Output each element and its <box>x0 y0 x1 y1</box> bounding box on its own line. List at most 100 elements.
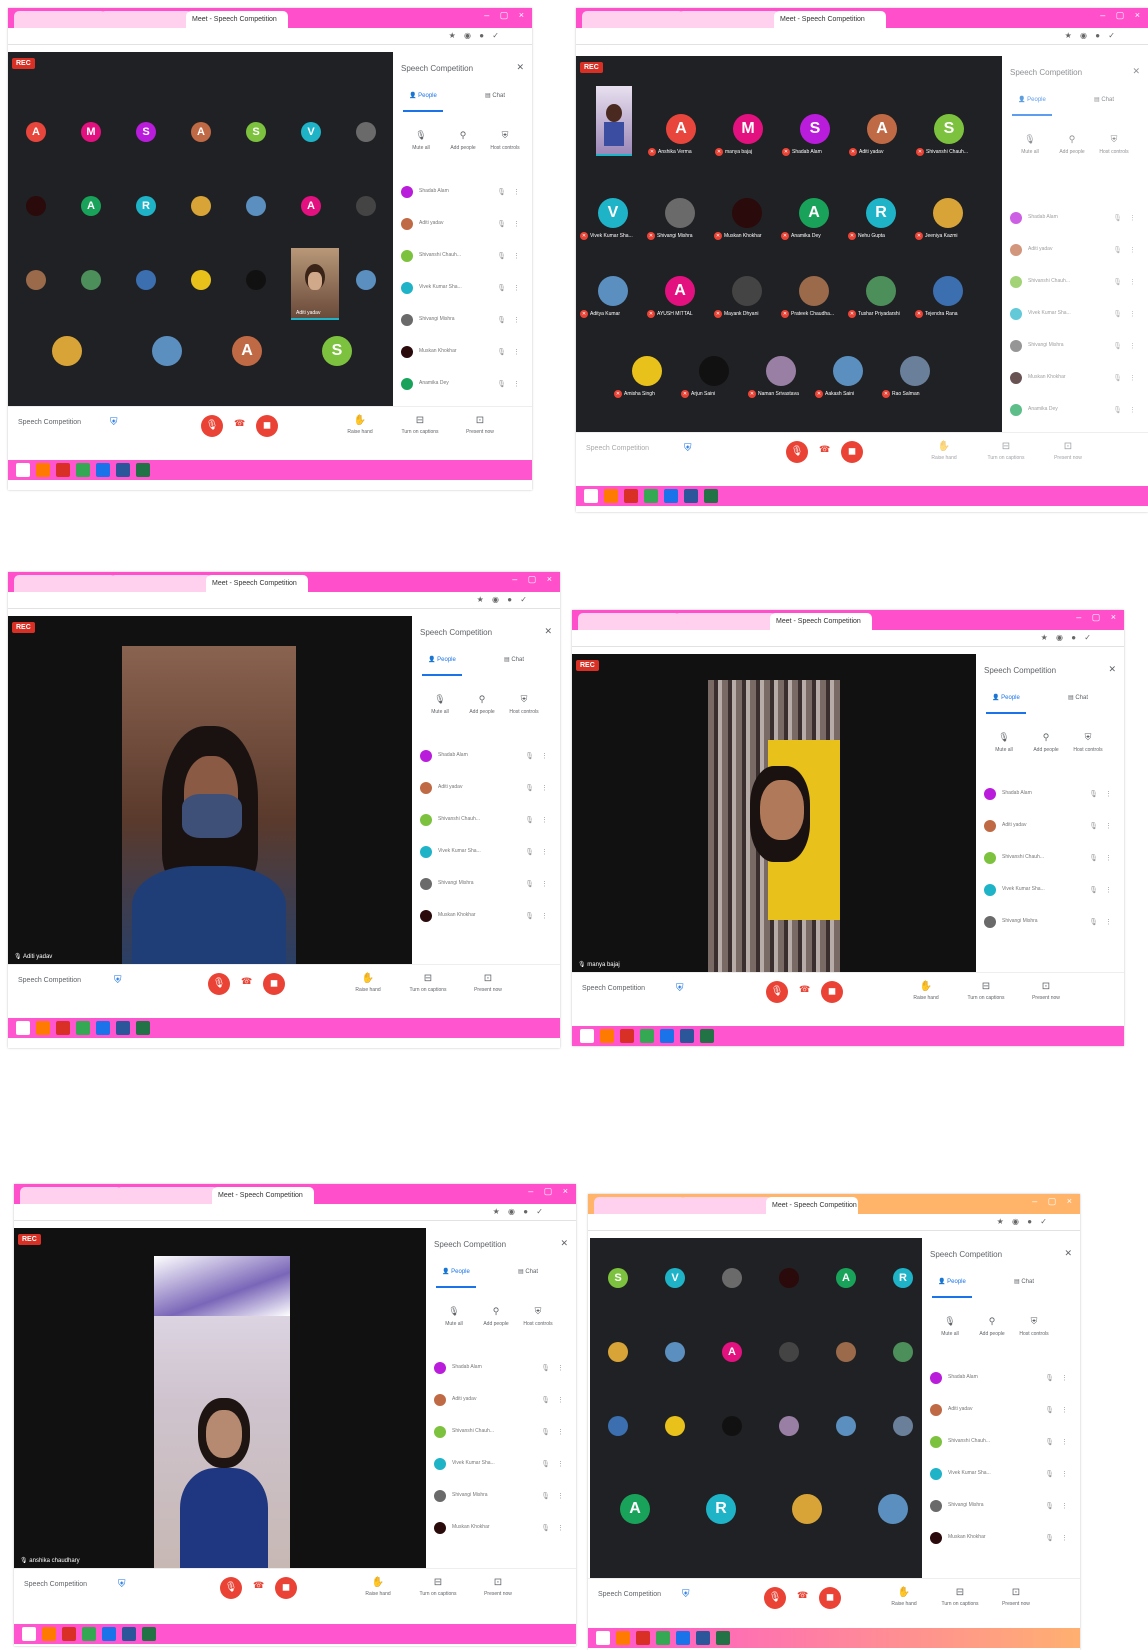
more-options-icon[interactable]: ⋮ <box>541 848 548 856</box>
taskbar-app-icon[interactable] <box>676 1631 690 1645</box>
window-controls[interactable]: – ▢ × <box>512 574 556 585</box>
participant-row[interactable]: Shivangi Mishra 🎙 ⋮ <box>1010 334 1144 366</box>
meeting-title[interactable]: Speech Competition <box>18 977 81 984</box>
taskbar-app-icon[interactable] <box>62 1627 76 1641</box>
address-bar[interactable]: ★ ◉ ● ✓ <box>8 592 560 609</box>
taskbar-app-icon[interactable] <box>116 1021 130 1035</box>
mic-icon[interactable]: 🎙 <box>541 1364 550 1372</box>
participant-row[interactable]: Shivanshi Chauh... 🎙 ⋮ <box>401 244 528 276</box>
more-options-icon[interactable]: ⋮ <box>541 912 548 920</box>
mic-icon[interactable]: 🎙 <box>541 1428 550 1436</box>
mic-icon[interactable]: 🎙 <box>497 348 506 356</box>
more-options-icon[interactable]: ⋮ <box>557 1364 564 1372</box>
taskbar-app-icon[interactable] <box>96 1021 110 1035</box>
taskbar-app-icon[interactable] <box>122 1627 136 1641</box>
mute-all-button[interactable]: 🎙 Mute all <box>984 732 1024 753</box>
browser-tab-meet[interactable]: Meet - Speech Competition <box>186 11 288 28</box>
hangup-button[interactable]: ☎ <box>797 1590 808 1601</box>
present-button[interactable]: ⊡ Present now <box>1026 981 1066 1001</box>
shield-icon[interactable]: ⛨ <box>110 417 118 428</box>
present-button[interactable]: ⊡ Present now <box>468 973 508 993</box>
participant-row[interactable]: Vivek Kumar Sha... 🎙 ⋮ <box>1010 302 1144 334</box>
close-icon[interactable]: ✕ <box>1064 1248 1072 1259</box>
mic-icon[interactable]: 🎙 <box>1045 1470 1054 1478</box>
present-button[interactable]: ⊡ Present now <box>460 415 500 435</box>
mic-icon[interactable]: 🎙 <box>497 252 506 260</box>
mic-icon[interactable]: 🎙 <box>525 784 534 792</box>
participant-row[interactable]: Shivangi Mishra 🎙 ⋮ <box>420 872 556 904</box>
meeting-title[interactable]: Speech Competition <box>582 985 645 992</box>
browser-tab-meet[interactable]: Meet - Speech Competition <box>766 1197 858 1214</box>
participant-row[interactable]: Muskan Khokhar 🎙 ⋮ <box>401 340 528 372</box>
more-options-icon[interactable]: ⋮ <box>541 880 548 888</box>
host-controls-button[interactable]: ⛨ Host controls <box>1014 1316 1054 1337</box>
taskbar-app-icon[interactable] <box>716 1631 730 1645</box>
close-icon[interactable]: ✕ <box>560 1238 568 1249</box>
captions-button[interactable]: ⊟ Turn on captions <box>408 973 448 993</box>
mic-icon[interactable]: 🎙 <box>525 752 534 760</box>
participant-row[interactable]: Shadab Alam 🎙 ⋮ <box>401 180 528 212</box>
address-bar[interactable]: ★ ◉ ● ✓ <box>576 28 1148 45</box>
hangup-button[interactable]: ☎ <box>241 976 252 987</box>
mic-icon[interactable]: 🎙 <box>525 912 534 920</box>
participant-row[interactable]: Aditi yadav 🎙 ⋮ <box>401 212 528 244</box>
more-options-icon[interactable]: ⋮ <box>513 348 520 356</box>
taskbar-app-icon[interactable] <box>76 463 90 477</box>
tab-chat[interactable]: ▤ Chat <box>504 656 524 663</box>
taskbar-app-icon[interactable] <box>640 1029 654 1043</box>
more-options-icon[interactable]: ⋮ <box>1061 1534 1068 1542</box>
more-options-icon[interactable]: ⋮ <box>1129 406 1136 414</box>
taskbar-app-icon[interactable] <box>136 1021 150 1035</box>
mic-icon[interactable]: 🎙 <box>1113 246 1122 254</box>
participant-row[interactable]: Shadab Alam 🎙 ⋮ <box>420 744 556 776</box>
participant-row[interactable]: Shivanshi Chauh... 🎙 ⋮ <box>930 1430 1076 1462</box>
taskbar-app-icon[interactable] <box>604 489 618 503</box>
taskbar-app-icon[interactable] <box>696 1631 710 1645</box>
taskbar-app-icon[interactable] <box>660 1029 674 1043</box>
tab-chat[interactable]: ▤ Chat <box>1068 694 1088 701</box>
add-people-button[interactable]: ⚲ Add people <box>476 1306 516 1327</box>
participant-row[interactable]: Anamika Dey 🎙 ⋮ <box>1010 398 1144 430</box>
window-controls[interactable]: – ▢ × <box>1076 612 1120 623</box>
mic-icon[interactable]: 🎙 <box>1113 214 1122 222</box>
mic-icon[interactable]: 🎙 <box>1113 310 1122 318</box>
raise-hand-button[interactable]: ✋ Raise hand <box>884 1587 924 1607</box>
mic-icon[interactable]: 🎙 <box>1089 886 1098 894</box>
participant-row[interactable]: Shivanshi Chauh... 🎙 ⋮ <box>434 1420 572 1452</box>
mic-icon[interactable]: 🎙 <box>541 1460 550 1468</box>
taskbar-app-icon[interactable] <box>700 1029 714 1043</box>
mic-icon[interactable]: 🎙 <box>497 316 506 324</box>
browser-tab[interactable] <box>116 1187 218 1204</box>
more-options-icon[interactable]: ⋮ <box>1105 822 1112 830</box>
participant-row[interactable]: Shivanshi Chauh... 🎙 ⋮ <box>984 846 1120 878</box>
taskbar-app-icon[interactable] <box>42 1627 56 1641</box>
participant-row[interactable]: Anamika Dey 🎙 ⋮ <box>401 372 528 404</box>
hangup-button[interactable]: ☎ <box>253 1580 264 1591</box>
mute-all-button[interactable]: 🎙 Mute all <box>434 1306 474 1327</box>
more-options-icon[interactable]: ⋮ <box>513 316 520 324</box>
browser-tab[interactable] <box>578 613 680 630</box>
extension-icons[interactable]: ★ ◉ ● ✓ <box>493 1204 546 1220</box>
extension-icons[interactable]: ★ ◉ ● ✓ <box>997 1214 1050 1230</box>
participant-row[interactable]: Vivek Kumar Sha... 🎙 ⋮ <box>434 1452 572 1484</box>
close-icon[interactable]: ✕ <box>516 62 524 73</box>
raise-hand-button[interactable]: ✋ Raise hand <box>924 441 964 461</box>
host-controls-button[interactable]: ⛨ Host controls <box>485 130 525 151</box>
taskbar-app-icon[interactable] <box>644 489 658 503</box>
browser-tab[interactable] <box>14 575 116 592</box>
mic-off-button[interactable]: 🎙 <box>208 973 230 995</box>
shield-icon[interactable]: ⛨ <box>682 1589 690 1600</box>
extension-icons[interactable]: ★ ◉ ● ✓ <box>449 28 502 44</box>
participant-row[interactable]: Shivanshi Chauh... 🎙 ⋮ <box>1010 270 1144 302</box>
meeting-title[interactable]: Speech Competition <box>586 445 649 452</box>
mic-icon[interactable]: 🎙 <box>525 880 534 888</box>
host-controls-button[interactable]: ⛨ Host controls <box>1068 732 1108 753</box>
tab-people[interactable]: 👤 People <box>409 92 437 99</box>
mic-icon[interactable]: 🎙 <box>1045 1406 1054 1414</box>
more-options-icon[interactable]: ⋮ <box>1105 790 1112 798</box>
taskbar-app-icon[interactable] <box>136 463 150 477</box>
taskbar-app-icon[interactable] <box>82 1627 96 1641</box>
meeting-title[interactable]: Speech Competition <box>18 419 81 426</box>
camera-off-button[interactable]: ◼ <box>256 415 278 437</box>
more-options-icon[interactable]: ⋮ <box>1105 918 1112 926</box>
